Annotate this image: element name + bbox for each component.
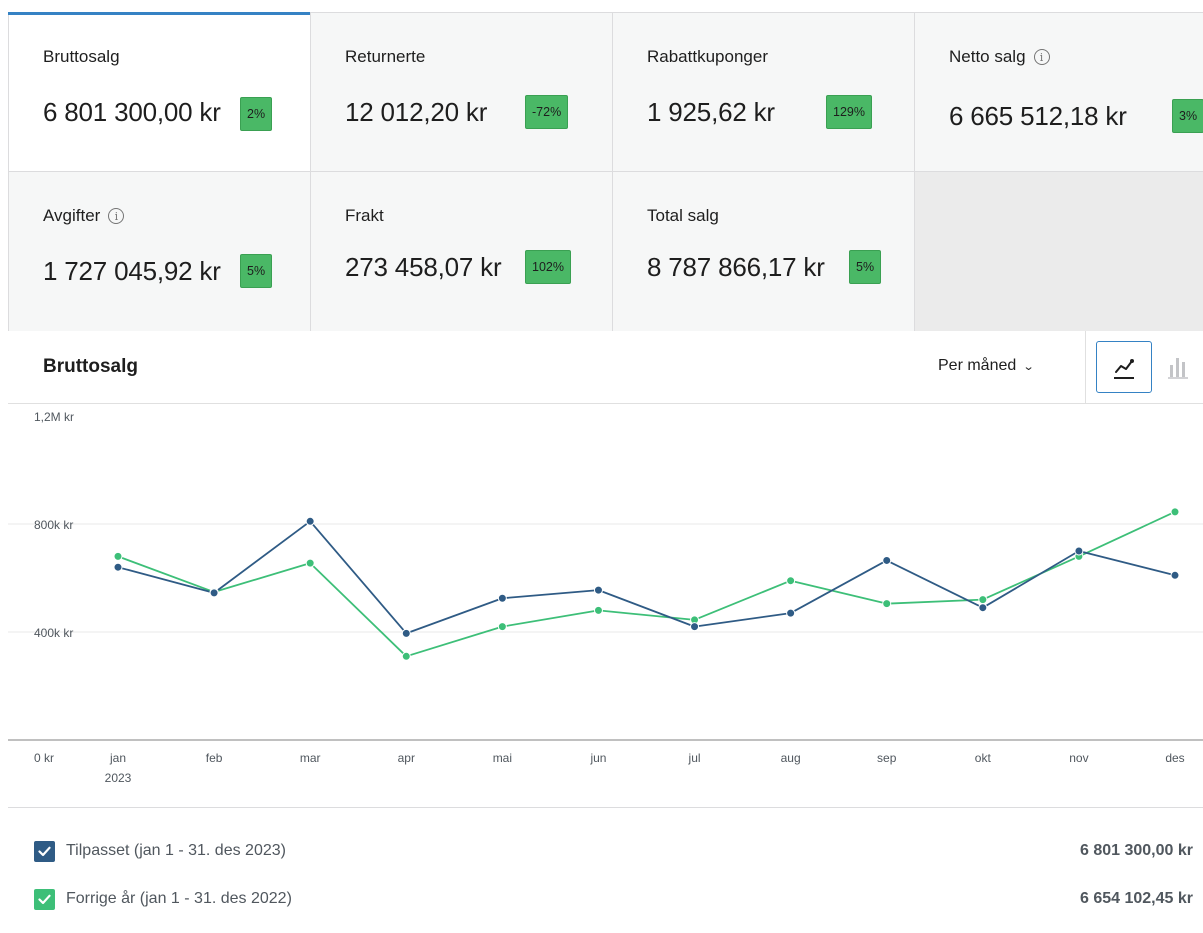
x-tick-sublabel: 2023 [105, 771, 132, 785]
chevron-down-icon: ⌄ [1022, 360, 1035, 373]
check-icon [38, 894, 51, 904]
data-point [1170, 570, 1180, 580]
kpi-total-salg[interactable]: Total salg 8 787 866,17 kr 5% [613, 172, 915, 332]
y-tick-label: 0 kr [34, 751, 54, 765]
data-point [1074, 546, 1084, 556]
chart-area: 0 kr 400k kr 800k kr 1,2M kr jan feb mar apr mai… [8, 404, 1203, 807]
data-point [497, 622, 507, 632]
legend-total: 6 801 300,00 kr [1080, 842, 1193, 859]
data-point [113, 562, 123, 572]
delta-badge: 5% [849, 250, 882, 284]
info-icon[interactable]: i [108, 208, 125, 224]
y-tick-label: 1,2M kr [34, 410, 74, 424]
kpi-summary-grid: Bruttosalg 6 801 300,00 kr 2% Returnerte… [8, 12, 1203, 332]
data-point [786, 608, 796, 618]
data-point [401, 651, 411, 661]
data-point [882, 599, 892, 609]
check-icon [38, 846, 51, 856]
analytics-panel: Bruttosalg 6 801 300,00 kr 2% Returnerte… [8, 12, 1203, 933]
x-tick-label: sep [877, 751, 897, 765]
divider [1085, 331, 1086, 403]
x-tick-label: aug [781, 751, 801, 765]
data-point [113, 551, 123, 561]
line-chart-button[interactable] [1096, 341, 1152, 393]
kpi-label: Returnerte [345, 47, 426, 66]
delta-badge: 129% [826, 95, 872, 129]
y-tick-label: 400k kr [34, 626, 73, 640]
kpi-value: 273 458,07 kr [345, 252, 502, 282]
kpi-netto-salg[interactable]: Netto salg i 6 665 512,18 kr 3% [915, 13, 1203, 172]
x-tick-label: nov [1069, 751, 1088, 765]
legend-label: Tilpasset (jan 1 - 31. des 2023) [66, 842, 286, 859]
data-point [305, 558, 315, 568]
delta-badge: 3% [1172, 99, 1203, 133]
bar-chart-icon [1168, 358, 1188, 379]
divider [8, 807, 1203, 808]
kpi-label: Rabattkuponger [647, 47, 768, 66]
kpi-label: Total salg [647, 206, 719, 225]
kpi-bruttosalg[interactable]: Bruttosalg 6 801 300,00 kr 2% [8, 12, 311, 172]
data-point [786, 576, 796, 586]
chart-header: Bruttosalg Per måned ⌄ [8, 331, 1203, 404]
kpi-value: 1 727 045,92 kr [43, 256, 221, 286]
data-point [593, 605, 603, 615]
chart-title: Bruttosalg [43, 356, 138, 377]
x-tick-label: mai [493, 751, 512, 765]
delta-badge: -72% [525, 95, 569, 129]
delta-badge: 102% [525, 250, 571, 284]
delta-badge: 2% [240, 97, 273, 131]
kpi-rabattkuponger[interactable]: Rabattkuponger 1 925,62 kr 129% [613, 13, 915, 172]
series-checkbox[interactable] [34, 840, 55, 862]
x-tick-label: des [1165, 751, 1184, 765]
x-tick-label: jul [688, 751, 701, 765]
data-point [1170, 507, 1180, 517]
data-point [497, 593, 507, 603]
kpi-frakt[interactable]: Frakt 273 458,07 kr 102% [311, 172, 613, 332]
data-point [305, 516, 315, 526]
legend-item-current: Tilpasset (jan 1 - 31. des 2023) 6 801 3… [8, 836, 1203, 866]
legend-label: Forrige år (jan 1 - 31. des 2022) [66, 890, 292, 907]
x-tick-label: feb [206, 751, 223, 765]
info-icon[interactable]: i [1033, 49, 1050, 65]
interval-select[interactable]: Per måned ⌄ [938, 357, 1035, 375]
kpi-label: Bruttosalg [43, 47, 120, 66]
sales-line-chart: 0 kr 400k kr 800k kr 1,2M kr jan feb mar apr mai… [8, 410, 1203, 785]
kpi-avgifter[interactable]: Avgifter i 1 727 045,92 kr 5% [9, 172, 311, 332]
y-tick-label: 800k kr [34, 518, 73, 532]
series-line [117, 520, 1176, 635]
kpi-value: 6 801 300,00 kr [43, 97, 221, 127]
series-line [117, 511, 1176, 658]
data-point [401, 628, 411, 638]
legend-item-previous: Forrige år (jan 1 - 31. des 2022) 6 654 … [8, 884, 1203, 914]
legend-total: 6 654 102,45 kr [1080, 890, 1193, 907]
kpi-label: Avgifter [43, 206, 101, 225]
kpi-returnerte[interactable]: Returnerte 12 012,20 kr -72% [311, 13, 613, 172]
data-point [978, 595, 988, 605]
x-tick-label: mar [300, 751, 321, 765]
kpi-empty-cell [915, 172, 1203, 332]
bar-chart-button[interactable] [1158, 341, 1198, 393]
delta-badge: 5% [240, 254, 273, 288]
data-point [209, 588, 219, 598]
line-chart-icon [1114, 359, 1134, 379]
x-tick-label: okt [975, 751, 992, 765]
data-point [690, 622, 700, 632]
kpi-value: 8 787 866,17 kr [647, 252, 825, 282]
data-point [978, 603, 988, 613]
x-tick-label: jan [109, 751, 126, 765]
series-checkbox[interactable] [34, 888, 55, 910]
kpi-value: 1 925,62 kr [647, 97, 775, 127]
interval-label: Per måned [938, 357, 1017, 374]
kpi-value: 6 665 512,18 kr [949, 101, 1127, 131]
kpi-label: Frakt [345, 206, 384, 225]
x-tick-label: apr [398, 751, 415, 765]
data-point [593, 585, 603, 595]
data-point [882, 555, 892, 565]
kpi-value: 12 012,20 kr [345, 97, 488, 127]
x-tick-label: jun [589, 751, 606, 765]
kpi-label: Netto salg [949, 47, 1026, 66]
